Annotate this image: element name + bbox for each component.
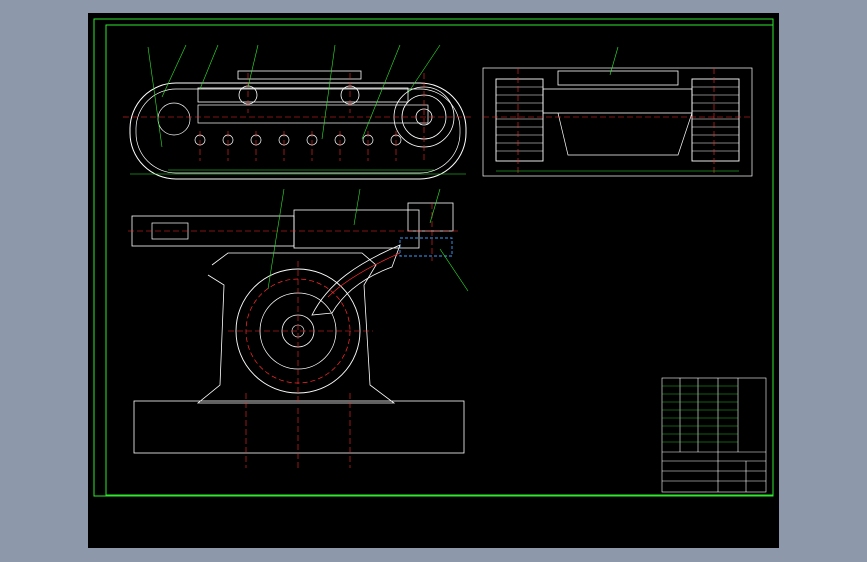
idler-wheel [157, 102, 191, 136]
end-centerlines [483, 68, 752, 173]
title-block-frame [661, 377, 767, 493]
inner-border [105, 24, 774, 496]
top-deck [557, 70, 679, 86]
side-centerlines [123, 73, 473, 163]
chassis-lower [557, 112, 693, 156]
cad-drawing [93, 18, 774, 497]
motor-block [407, 202, 454, 232]
track-end-view [482, 46, 753, 177]
side-frame [197, 87, 409, 103]
end-dimensions [496, 46, 739, 172]
title-block [661, 377, 767, 493]
outer-border [93, 18, 774, 497]
right-track [691, 78, 740, 162]
drive-section-view [128, 188, 469, 468]
track-links [496, 86, 739, 152]
track-side-view [123, 44, 473, 180]
base-block [133, 400, 465, 454]
crossmember [542, 88, 693, 114]
section-centerlines [128, 203, 458, 468]
end-outline [482, 67, 753, 177]
left-track [495, 78, 544, 162]
support-body [196, 252, 396, 404]
upper-frame [237, 70, 362, 80]
parts-list-rows [662, 385, 738, 443]
drawing-canvas[interactable] [88, 13, 779, 548]
track-outline [129, 82, 467, 180]
track-frame [197, 104, 429, 124]
gear-box [399, 237, 453, 257]
side-dimensions [130, 169, 466, 175]
track-rollers [194, 134, 402, 146]
